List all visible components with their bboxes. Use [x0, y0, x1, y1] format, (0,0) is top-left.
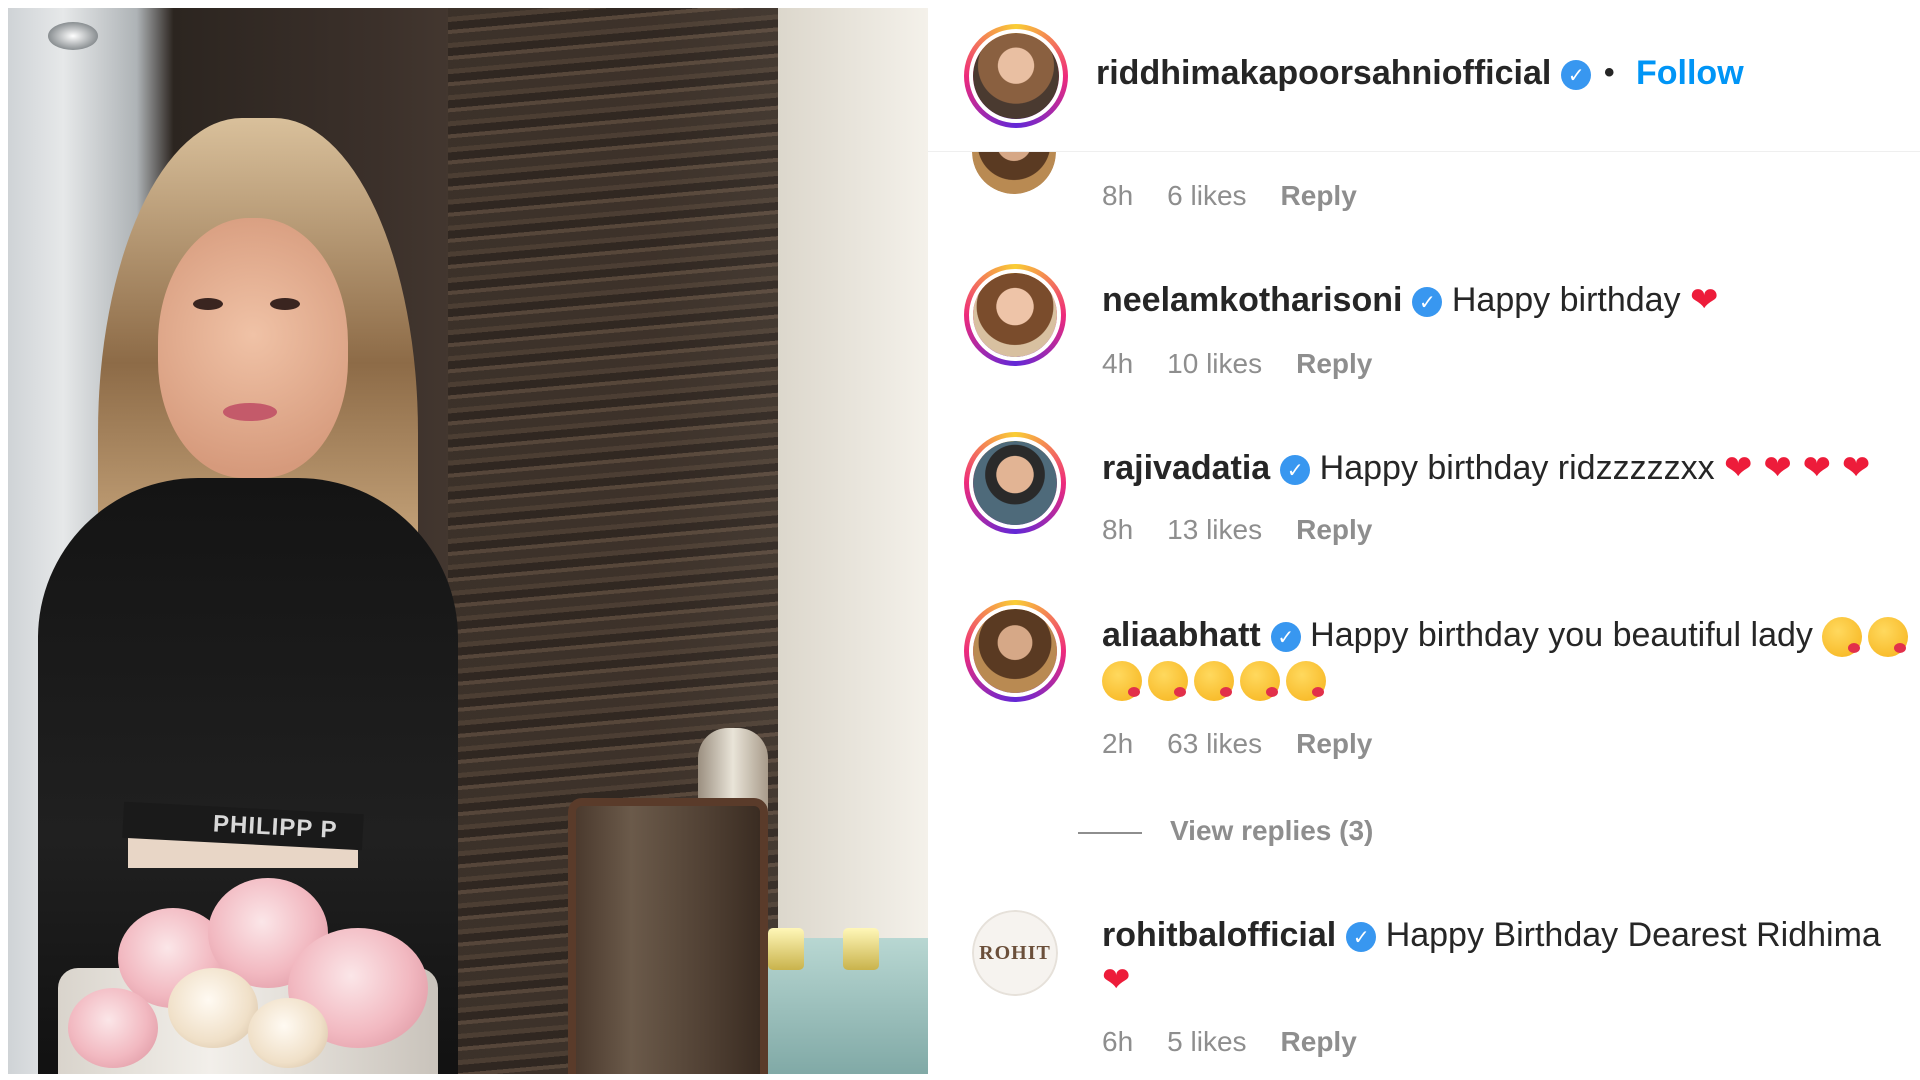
comment-meta: 8h 13 likes Reply: [1102, 514, 1406, 546]
heart-icon: ❤: [1690, 280, 1719, 320]
comment-username[interactable]: aliaabhatt: [1102, 616, 1261, 654]
comment-time: 2h: [1102, 728, 1134, 759]
chair: [568, 798, 768, 1074]
comment-time: 4h: [1102, 348, 1134, 379]
comment-body: aliaabhatt ✓ Happy birthday you beautiful…: [1102, 616, 1914, 658]
comment-likes[interactable]: 13 likes: [1167, 514, 1262, 545]
verified-badge-icon: ✓: [1346, 922, 1377, 953]
comment-time: 8h: [1102, 180, 1134, 211]
kiss-emoji-icon: [1822, 617, 1863, 658]
kiss-emoji-icon: [1240, 661, 1280, 702]
author-avatar-image: [973, 33, 1059, 119]
comment-username[interactable]: neelamkotharisoni: [1102, 281, 1402, 319]
comment-avatar[interactable]: ROHIT: [972, 910, 1058, 996]
kiss-emoji-icon: [1148, 661, 1188, 702]
person-eye: [193, 298, 223, 310]
author-avatar[interactable]: [964, 24, 1068, 128]
comment-username[interactable]: rajivadatia: [1102, 449, 1270, 487]
person-face: [158, 218, 348, 478]
comment-likes[interactable]: 6 likes: [1167, 180, 1246, 211]
comment-body: neelamkotharisoni ✓ Happy birthday ❤: [1102, 280, 1719, 320]
avatar-logo-text: ROHIT: [979, 941, 1051, 964]
comments-pane: riddhimakapoorsahniofficial ✓ • Follow 8h…: [928, 0, 1920, 1080]
person-lips: [223, 403, 277, 421]
cake-rose: [248, 998, 328, 1068]
comment-meta: 2h 63 likes Reply: [1102, 728, 1406, 760]
heart-icon: ❤: [1102, 960, 1131, 1000]
comment-time: 6h: [1102, 1026, 1134, 1057]
kiss-emoji-icon: [1286, 661, 1326, 702]
comment-emoji-row: ❤: [1102, 960, 1131, 1000]
comment-time: 8h: [1102, 514, 1134, 545]
reply-button[interactable]: Reply: [1296, 728, 1372, 759]
candle: [768, 928, 804, 970]
reply-button[interactable]: Reply: [1296, 348, 1372, 379]
reply-button[interactable]: Reply: [1281, 1026, 1357, 1057]
comment-meta: 6h 5 likes Reply: [1102, 1026, 1391, 1058]
comment-meta: 8h 6 likes Reply: [1102, 180, 1391, 212]
separator-dot: •: [1604, 56, 1615, 89]
verified-badge-icon: ✓: [1561, 60, 1592, 91]
comment-text: Happy birthday ridzzzzzxx: [1319, 449, 1715, 487]
heart-icon: ❤ ❤ ❤ ❤: [1724, 448, 1871, 488]
comment-text: Happy Birthday Dearest Ridhima: [1385, 916, 1881, 954]
reply-button[interactable]: Reply: [1296, 514, 1372, 545]
verified-badge-icon: ✓: [1280, 455, 1311, 486]
comment-emoji-row: [1102, 660, 1332, 702]
comment-username[interactable]: rohitbalofficial: [1102, 916, 1336, 954]
comment-avatar-image: [973, 273, 1057, 357]
white-wall: [778, 8, 928, 1074]
comment-avatar-image: ROHIT: [972, 910, 1058, 996]
view-replies-button[interactable]: View replies (3): [1078, 815, 1373, 847]
follow-button[interactable]: Follow: [1636, 54, 1744, 93]
reply-button[interactable]: Reply: [1281, 180, 1357, 211]
person-eye: [270, 298, 300, 310]
view-replies-label: View replies (3): [1170, 815, 1374, 846]
post-header: riddhimakapoorsahniofficial ✓ • Follow: [928, 0, 1920, 152]
comment-likes[interactable]: 10 likes: [1167, 348, 1262, 379]
post-photo[interactable]: PHILIPP P: [8, 8, 928, 1074]
kiss-emoji-icon: [1194, 661, 1234, 702]
comment-likes[interactable]: 5 likes: [1167, 1026, 1246, 1057]
author-username[interactable]: riddhimakapoorsahniofficial: [1096, 54, 1551, 92]
comment-avatar-image: [973, 609, 1057, 693]
kiss-emoji-icon: [1102, 661, 1142, 702]
kiss-emoji-icon: [1868, 617, 1909, 658]
cake-rose: [68, 988, 158, 1068]
comment-meta: 4h 10 likes Reply: [1102, 348, 1406, 380]
comment-body: rohitbalofficial ✓ Happy Birthday Dearest…: [1102, 916, 1881, 955]
verified-badge-icon: ✓: [1412, 287, 1443, 318]
comment-text: Happy birthday you beautiful lady: [1310, 616, 1813, 654]
comment-avatar[interactable]: [964, 600, 1066, 702]
comment-likes[interactable]: 63 likes: [1167, 728, 1262, 759]
comment-text: Happy birthday: [1451, 281, 1681, 319]
verified-badge-icon: ✓: [1270, 622, 1301, 653]
cake-rose: [168, 968, 258, 1048]
candle: [843, 928, 879, 970]
comment-avatar-image: [973, 441, 1057, 525]
author-username-row: riddhimakapoorsahniofficial ✓: [1096, 54, 1592, 93]
replies-divider: [1078, 831, 1142, 834]
comment-avatar[interactable]: [964, 264, 1066, 366]
ceiling-light: [48, 22, 98, 50]
comment-avatar[interactable]: [964, 432, 1066, 534]
comment-body: rajivadatia ✓ Happy birthday ridzzzzzxx ❤…: [1102, 448, 1870, 488]
